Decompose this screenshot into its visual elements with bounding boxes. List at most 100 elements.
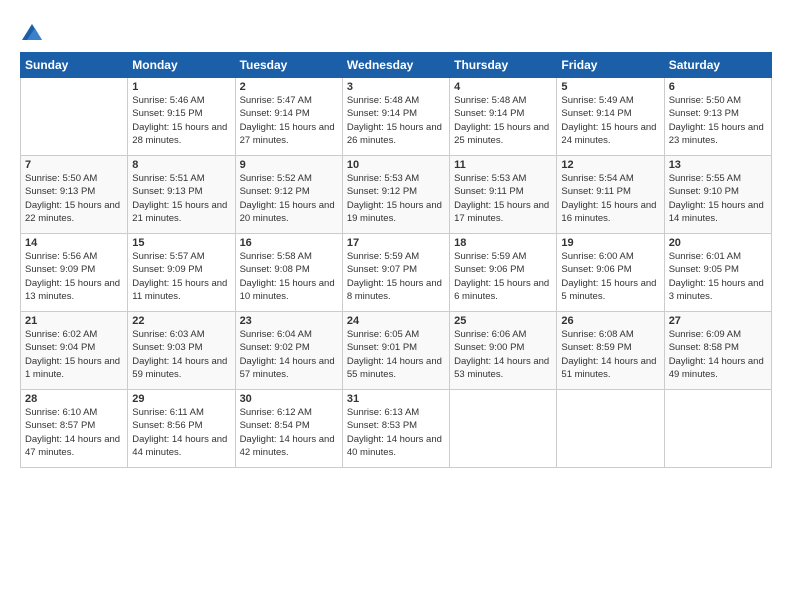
day-cell: 23Sunrise: 6:04 AMSunset: 9:02 PMDayligh… [235,312,342,390]
day-cell: 9Sunrise: 5:52 AMSunset: 9:12 PMDaylight… [235,156,342,234]
header-day-monday: Monday [128,53,235,78]
header-day-tuesday: Tuesday [235,53,342,78]
day-info: Sunrise: 5:59 AMSunset: 9:06 PMDaylight:… [454,250,552,303]
day-number: 11 [454,159,552,171]
day-cell: 6Sunrise: 5:50 AMSunset: 9:13 PMDaylight… [664,78,771,156]
day-info: Sunrise: 6:03 AMSunset: 9:03 PMDaylight:… [132,328,230,381]
day-cell: 24Sunrise: 6:05 AMSunset: 9:01 PMDayligh… [342,312,449,390]
day-cell: 11Sunrise: 5:53 AMSunset: 9:11 PMDayligh… [450,156,557,234]
week-row-3: 21Sunrise: 6:02 AMSunset: 9:04 PMDayligh… [21,312,772,390]
day-cell: 26Sunrise: 6:08 AMSunset: 8:59 PMDayligh… [557,312,664,390]
day-number: 12 [561,159,659,171]
day-cell: 17Sunrise: 5:59 AMSunset: 9:07 PMDayligh… [342,234,449,312]
day-number: 1 [132,81,230,93]
day-cell: 27Sunrise: 6:09 AMSunset: 8:58 PMDayligh… [664,312,771,390]
day-info: Sunrise: 5:46 AMSunset: 9:15 PMDaylight:… [132,94,230,147]
day-cell: 30Sunrise: 6:12 AMSunset: 8:54 PMDayligh… [235,390,342,468]
day-cell: 16Sunrise: 5:58 AMSunset: 9:08 PMDayligh… [235,234,342,312]
day-cell: 22Sunrise: 6:03 AMSunset: 9:03 PMDayligh… [128,312,235,390]
day-cell: 1Sunrise: 5:46 AMSunset: 9:15 PMDaylight… [128,78,235,156]
day-info: Sunrise: 5:57 AMSunset: 9:09 PMDaylight:… [132,250,230,303]
day-number: 17 [347,237,445,249]
day-info: Sunrise: 5:50 AMSunset: 9:13 PMDaylight:… [25,172,123,225]
day-info: Sunrise: 5:52 AMSunset: 9:12 PMDaylight:… [240,172,338,225]
day-cell: 28Sunrise: 6:10 AMSunset: 8:57 PMDayligh… [21,390,128,468]
week-row-1: 7Sunrise: 5:50 AMSunset: 9:13 PMDaylight… [21,156,772,234]
day-number: 16 [240,237,338,249]
day-number: 5 [561,81,659,93]
day-cell [450,390,557,468]
day-cell: 13Sunrise: 5:55 AMSunset: 9:10 PMDayligh… [664,156,771,234]
header-day-friday: Friday [557,53,664,78]
week-row-2: 14Sunrise: 5:56 AMSunset: 9:09 PMDayligh… [21,234,772,312]
day-number: 27 [669,315,767,327]
day-number: 8 [132,159,230,171]
day-info: Sunrise: 6:13 AMSunset: 8:53 PMDaylight:… [347,406,445,459]
logo-icon [22,22,42,42]
day-cell: 15Sunrise: 5:57 AMSunset: 9:09 PMDayligh… [128,234,235,312]
day-number: 24 [347,315,445,327]
day-info: Sunrise: 5:48 AMSunset: 9:14 PMDaylight:… [347,94,445,147]
day-number: 7 [25,159,123,171]
day-cell: 5Sunrise: 5:49 AMSunset: 9:14 PMDaylight… [557,78,664,156]
day-info: Sunrise: 5:50 AMSunset: 9:13 PMDaylight:… [669,94,767,147]
day-info: Sunrise: 6:00 AMSunset: 9:06 PMDaylight:… [561,250,659,303]
day-number: 20 [669,237,767,249]
day-number: 31 [347,393,445,405]
header-day-wednesday: Wednesday [342,53,449,78]
week-row-4: 28Sunrise: 6:10 AMSunset: 8:57 PMDayligh… [21,390,772,468]
day-info: Sunrise: 6:08 AMSunset: 8:59 PMDaylight:… [561,328,659,381]
day-info: Sunrise: 5:59 AMSunset: 9:07 PMDaylight:… [347,250,445,303]
day-cell: 4Sunrise: 5:48 AMSunset: 9:14 PMDaylight… [450,78,557,156]
header-day-sunday: Sunday [21,53,128,78]
day-number: 9 [240,159,338,171]
calendar: SundayMondayTuesdayWednesdayThursdayFrid… [20,52,772,468]
day-info: Sunrise: 5:56 AMSunset: 9:09 PMDaylight:… [25,250,123,303]
day-cell: 10Sunrise: 5:53 AMSunset: 9:12 PMDayligh… [342,156,449,234]
day-info: Sunrise: 5:51 AMSunset: 9:13 PMDaylight:… [132,172,230,225]
header-day-saturday: Saturday [664,53,771,78]
day-number: 13 [669,159,767,171]
day-info: Sunrise: 5:53 AMSunset: 9:12 PMDaylight:… [347,172,445,225]
day-info: Sunrise: 5:48 AMSunset: 9:14 PMDaylight:… [454,94,552,147]
day-info: Sunrise: 5:53 AMSunset: 9:11 PMDaylight:… [454,172,552,225]
header [20,20,772,42]
day-number: 21 [25,315,123,327]
day-cell: 14Sunrise: 5:56 AMSunset: 9:09 PMDayligh… [21,234,128,312]
day-number: 30 [240,393,338,405]
page: SundayMondayTuesdayWednesdayThursdayFrid… [0,0,792,612]
day-number: 10 [347,159,445,171]
day-number: 25 [454,315,552,327]
day-info: Sunrise: 6:04 AMSunset: 9:02 PMDaylight:… [240,328,338,381]
day-cell [21,78,128,156]
day-info: Sunrise: 5:54 AMSunset: 9:11 PMDaylight:… [561,172,659,225]
day-cell: 31Sunrise: 6:13 AMSunset: 8:53 PMDayligh… [342,390,449,468]
day-info: Sunrise: 5:49 AMSunset: 9:14 PMDaylight:… [561,94,659,147]
day-number: 3 [347,81,445,93]
day-number: 26 [561,315,659,327]
day-number: 4 [454,81,552,93]
week-row-0: 1Sunrise: 5:46 AMSunset: 9:15 PMDaylight… [21,78,772,156]
day-info: Sunrise: 5:58 AMSunset: 9:08 PMDaylight:… [240,250,338,303]
day-cell: 12Sunrise: 5:54 AMSunset: 9:11 PMDayligh… [557,156,664,234]
day-cell: 2Sunrise: 5:47 AMSunset: 9:14 PMDaylight… [235,78,342,156]
day-cell: 3Sunrise: 5:48 AMSunset: 9:14 PMDaylight… [342,78,449,156]
day-number: 15 [132,237,230,249]
day-info: Sunrise: 5:47 AMSunset: 9:14 PMDaylight:… [240,94,338,147]
day-cell: 19Sunrise: 6:00 AMSunset: 9:06 PMDayligh… [557,234,664,312]
day-cell [557,390,664,468]
day-cell: 21Sunrise: 6:02 AMSunset: 9:04 PMDayligh… [21,312,128,390]
day-info: Sunrise: 5:55 AMSunset: 9:10 PMDaylight:… [669,172,767,225]
day-info: Sunrise: 6:01 AMSunset: 9:05 PMDaylight:… [669,250,767,303]
day-number: 22 [132,315,230,327]
logo [20,20,42,42]
header-row: SundayMondayTuesdayWednesdayThursdayFrid… [21,53,772,78]
day-number: 6 [669,81,767,93]
day-info: Sunrise: 6:05 AMSunset: 9:01 PMDaylight:… [347,328,445,381]
day-info: Sunrise: 6:09 AMSunset: 8:58 PMDaylight:… [669,328,767,381]
day-number: 28 [25,393,123,405]
day-cell: 20Sunrise: 6:01 AMSunset: 9:05 PMDayligh… [664,234,771,312]
day-number: 29 [132,393,230,405]
day-cell: 29Sunrise: 6:11 AMSunset: 8:56 PMDayligh… [128,390,235,468]
day-info: Sunrise: 6:11 AMSunset: 8:56 PMDaylight:… [132,406,230,459]
